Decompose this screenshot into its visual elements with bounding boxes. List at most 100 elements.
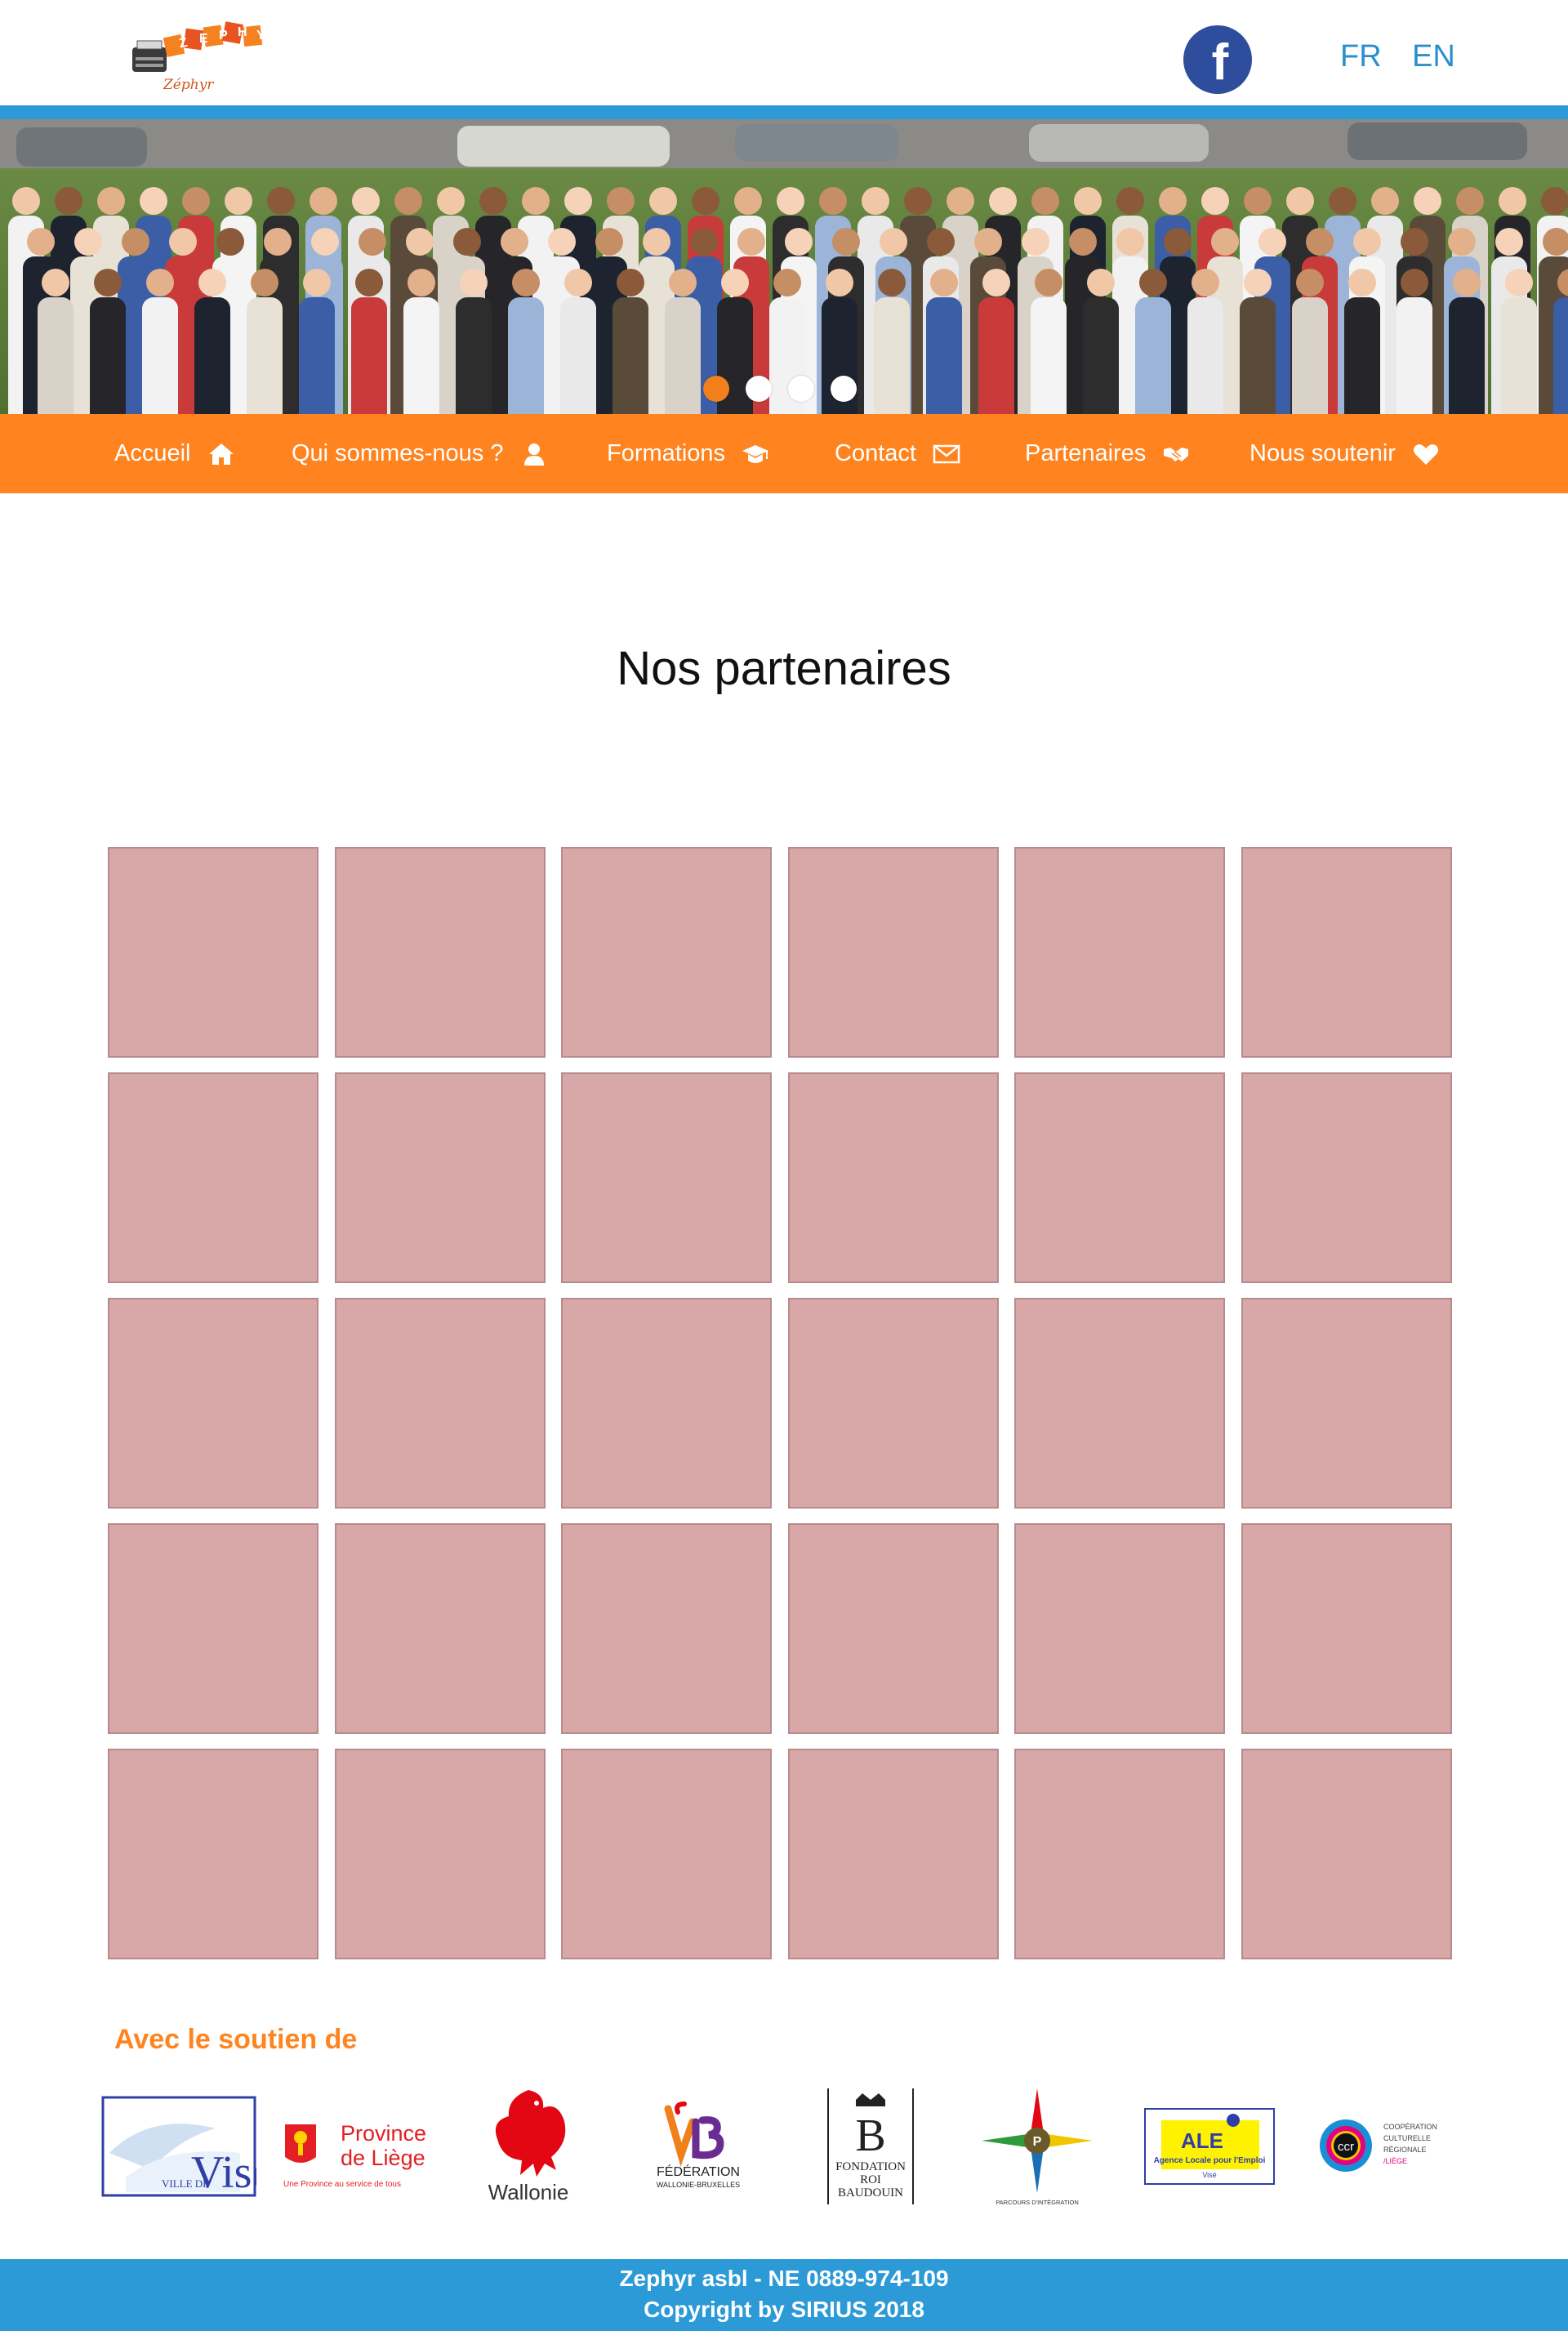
sponsor-logo-frb[interactable]: B FONDATION ROI BAUDOUIN [822, 2081, 920, 2212]
vise-name: Visé [191, 2147, 256, 2197]
slide-indicators [0, 376, 1568, 405]
partner-logo-tile[interactable] [335, 1749, 546, 1959]
ale-line1: ALE [1181, 2128, 1223, 2153]
svg-text:E: E [199, 32, 208, 46]
partner-logo-tile[interactable] [788, 1749, 999, 1959]
partner-logo-tile[interactable] [788, 1523, 999, 1734]
ccr-badge: ccr [1338, 2140, 1354, 2154]
nav-item-contact[interactable]: Contact [835, 414, 960, 493]
slide-dot[interactable] [703, 376, 729, 402]
partner-logo-tile[interactable] [788, 1072, 999, 1283]
nav-item-qui-sommes-nous[interactable]: Qui sommes-nous ? [292, 414, 548, 493]
partners-grid [108, 847, 1452, 1963]
partner-logo-tile[interactable] [561, 1072, 772, 1283]
main-nav: Accueil Qui sommes-nous ? Formations Con… [0, 414, 1568, 493]
footer-copyright: Copyright by SIRIUS 2018 [644, 2297, 924, 2322]
lang-en-link[interactable]: EN [1412, 39, 1455, 74]
partner-logo-tile[interactable] [108, 1072, 318, 1283]
partner-logo-tile[interactable] [108, 1298, 318, 1509]
hero-photo [0, 119, 1568, 414]
sponsor-logo-ale[interactable]: ALE Agence Locale pour l'Emploi Visé [1143, 2081, 1276, 2212]
nav-label: Partenaires [1025, 440, 1147, 466]
partner-logo-tile[interactable] [108, 847, 318, 1058]
wallonie-caption: Wallonie [488, 2180, 569, 2204]
partner-logo-tile[interactable] [108, 1749, 318, 1959]
partner-logo-tile[interactable] [788, 847, 999, 1058]
nav-item-partenaires[interactable]: Partenaires [1025, 414, 1190, 493]
svg-text:B: B [855, 2110, 885, 2161]
home-icon [207, 442, 235, 466]
top-bar: Z E P H Y Zéphyr f FR EN [0, 0, 1568, 105]
partner-logo-tile[interactable] [1014, 847, 1225, 1058]
partner-logo-tile[interactable] [561, 847, 772, 1058]
partner-logo-tile[interactable] [788, 1298, 999, 1509]
sponsor-logo-wallonie[interactable]: Wallonie [479, 2081, 577, 2212]
site-logo[interactable]: Z E P H Y Zéphyr [122, 11, 270, 98]
handshake-icon [1162, 442, 1190, 466]
svg-text:H: H [238, 25, 247, 39]
ccr-line3: RÉGIONALE [1383, 2146, 1427, 2154]
nav-label: Accueil [114, 440, 191, 466]
ccr-line1: COOPÉRATION [1383, 2123, 1437, 2131]
partner-logo-tile[interactable] [1014, 1523, 1225, 1734]
sponsor-logo-fwb[interactable]: FÉDÉRATION WALLONIE-BRUXELLES [645, 2081, 751, 2212]
partner-logo-tile[interactable] [1241, 847, 1452, 1058]
slide-dot[interactable] [788, 376, 814, 402]
slide-dot[interactable] [831, 376, 857, 402]
ccr-line4: /LIÈGE [1383, 2157, 1407, 2165]
partner-logo-tile[interactable] [1241, 1523, 1452, 1734]
svg-text:P: P [1033, 2135, 1042, 2149]
ccr-line2: CULTURELLE [1383, 2134, 1431, 2142]
nav-label: Qui sommes-nous ? [292, 440, 504, 466]
province-line2: de Liège [341, 2146, 425, 2170]
partner-logo-tile[interactable] [108, 1523, 318, 1734]
ale-line2: Agence Locale pour l'Emploi [1154, 2156, 1266, 2165]
page-title: Nos partenaires [617, 642, 951, 695]
lang-fr-link[interactable]: FR [1340, 39, 1382, 74]
footer-company: Zephyr asbl - NE 0889-974-109 [619, 2266, 949, 2291]
partner-logo-tile[interactable] [1241, 1298, 1452, 1509]
sponsor-logos: VILLE DE Visé Province de Liège Une Prov… [0, 2081, 1568, 2212]
partner-logo-tile[interactable] [335, 1298, 546, 1509]
facebook-icon[interactable]: f [1183, 25, 1252, 94]
partner-logo-tile[interactable] [1241, 1072, 1452, 1283]
frb-line2: ROI [860, 2173, 881, 2186]
nav-item-accueil[interactable]: Accueil [114, 414, 235, 493]
hero-slideshow [0, 119, 1568, 414]
partner-logo-tile[interactable] [561, 1298, 772, 1509]
partner-logo-tile[interactable] [335, 847, 546, 1058]
nav-label: Nous soutenir [1250, 440, 1396, 466]
parcours-caption: PARCOURS D'INTÉGRATION [996, 2199, 1079, 2206]
partner-logo-tile[interactable] [335, 1072, 546, 1283]
graduation-cap-icon [742, 442, 769, 466]
province-line1: Province [341, 2121, 426, 2146]
svg-text:P: P [219, 29, 228, 42]
header-stripe [0, 105, 1568, 119]
frb-line3: BAUDOUIN [838, 2186, 903, 2200]
partner-logo-tile[interactable] [561, 1523, 772, 1734]
support-heading: Avec le soutien de [114, 2024, 358, 2055]
fwb-line2: WALLONIE-BRUXELLES [657, 2181, 740, 2189]
sponsor-logo-parcours-integration[interactable]: P PARCOURS D'INTÉGRATION [978, 2081, 1096, 2212]
nav-label: Contact [835, 440, 916, 466]
heart-icon [1412, 442, 1440, 466]
slide-dot[interactable] [746, 376, 772, 402]
partner-logo-tile[interactable] [1014, 1072, 1225, 1283]
sponsor-logo-province-liege[interactable]: Province de Liège Une Province au servic… [282, 2081, 430, 2212]
user-icon [520, 442, 548, 466]
sponsor-logo-ccr[interactable]: ccr COOPÉRATION CULTURELLE RÉGIONALE /LI… [1315, 2081, 1437, 2212]
frb-line1: FONDATION [835, 2160, 906, 2173]
province-tagline: Une Province au service de tous [283, 2180, 401, 2189]
svg-text:Y: Y [256, 29, 265, 42]
fwb-line1: FÉDÉRATION [657, 2164, 740, 2179]
ale-line3: Visé [1202, 2171, 1216, 2179]
partner-logo-tile[interactable] [1241, 1749, 1452, 1959]
site-footer: Zephyr asbl - NE 0889-974-109 Copyright … [0, 2259, 1568, 2331]
nav-item-formations[interactable]: Formations [607, 414, 769, 493]
partner-logo-tile[interactable] [1014, 1298, 1225, 1509]
partner-logo-tile[interactable] [335, 1523, 546, 1734]
partner-logo-tile[interactable] [561, 1749, 772, 1959]
nav-item-nous-soutenir[interactable]: Nous soutenir [1250, 414, 1440, 493]
sponsor-logo-vise[interactable]: VILLE DE Visé [101, 2081, 256, 2212]
partner-logo-tile[interactable] [1014, 1749, 1225, 1959]
